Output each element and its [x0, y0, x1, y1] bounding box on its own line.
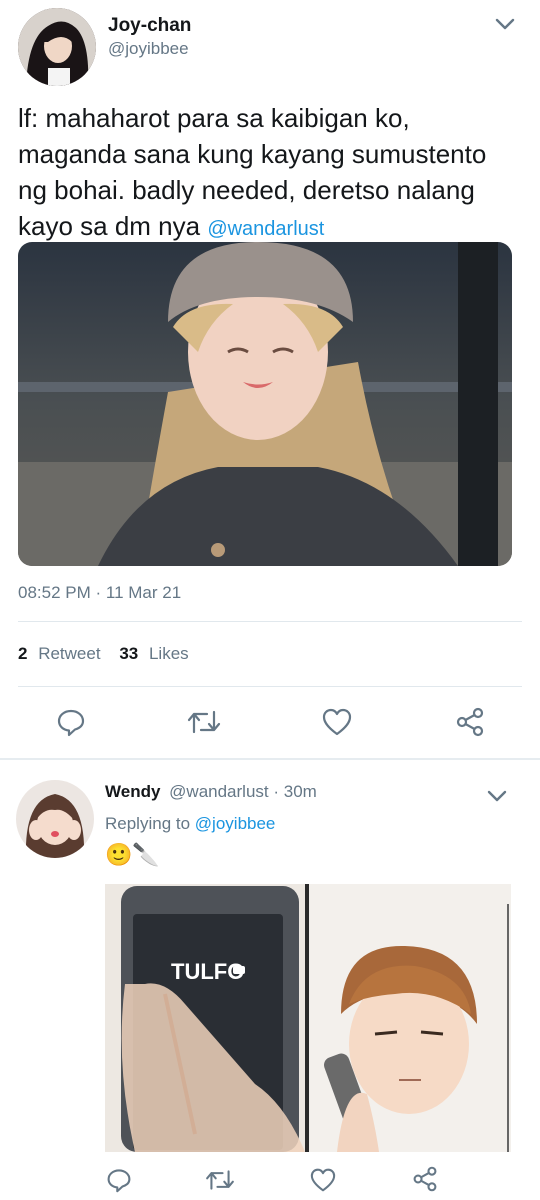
reply-author-handle[interactable]: @wandarlust: [169, 782, 268, 801]
share-icon[interactable]: [412, 1166, 438, 1192]
author-avatar[interactable]: [18, 8, 96, 86]
replying-to-label: Replying to: [105, 814, 191, 833]
reply-icon[interactable]: [106, 1167, 132, 1193]
chevron-down-icon[interactable]: [494, 16, 516, 32]
reply-header: Wendy @wandarlust · 30m: [105, 782, 317, 802]
replying-to-handle[interactable]: @joyibbee: [195, 814, 276, 833]
section-separator: [0, 758, 540, 760]
author-name[interactable]: Joy-chan: [108, 15, 191, 37]
reply-icon[interactable]: [56, 707, 86, 737]
tweet-image[interactable]: [18, 242, 512, 566]
divider: [18, 686, 522, 687]
comic-image: TULFO: [105, 884, 511, 1152]
like-count[interactable]: 33: [119, 644, 138, 663]
like-label[interactable]: Likes: [149, 644, 189, 663]
tweet-stats: 2 Retweet 33 Likes: [18, 644, 189, 664]
replying-to: Replying to @joyibbee: [105, 814, 275, 834]
share-icon[interactable]: [455, 707, 485, 737]
retweet-icon[interactable]: [205, 1168, 235, 1192]
tweet-timestamp[interactable]: 08:52 PM · 11 Mar 21: [18, 583, 181, 603]
reply-author-name[interactable]: Wendy: [105, 782, 160, 801]
like-icon[interactable]: [310, 1168, 336, 1192]
retweet-count[interactable]: 2: [18, 644, 27, 663]
retweet-label[interactable]: Retweet: [38, 644, 100, 663]
like-icon[interactable]: [322, 708, 352, 736]
avatar-photo: [18, 8, 96, 86]
tweet-photo: [18, 242, 512, 566]
reply-image[interactable]: TULFO: [105, 884, 511, 1152]
chevron-down-icon[interactable]: [486, 788, 508, 804]
author-handle[interactable]: @joyibbee: [108, 39, 189, 59]
reply-author-avatar[interactable]: [16, 780, 94, 858]
reply-text: 🙂🔪: [105, 842, 160, 867]
retweet-icon[interactable]: [187, 708, 221, 736]
avatar-photo: [16, 780, 94, 858]
divider: [18, 621, 522, 622]
mention-link[interactable]: @wandarlust: [207, 218, 324, 240]
tweet-text: lf: mahaharot para sa kaibigan ko, magan…: [18, 100, 522, 247]
reply-time[interactable]: · 30m: [273, 782, 316, 801]
